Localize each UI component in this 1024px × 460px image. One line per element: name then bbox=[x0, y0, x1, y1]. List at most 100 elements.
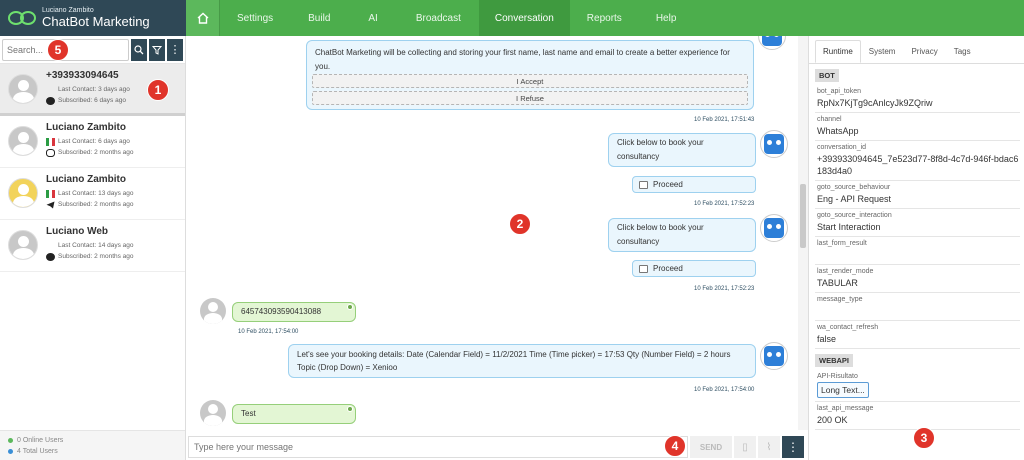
avatar bbox=[8, 230, 38, 260]
proceed-button[interactable]: Proceed bbox=[632, 260, 756, 277]
more-options-button[interactable]: ⋮ bbox=[167, 38, 183, 61]
whatsapp-icon bbox=[46, 96, 55, 105]
annotation-badge: 3 bbox=[913, 427, 935, 449]
blank-flag-icon bbox=[46, 242, 55, 250]
vertical-dots-icon: ⋮ bbox=[169, 43, 181, 56]
contact-item[interactable]: Luciano Web Last Contact: 14 days ago Su… bbox=[0, 220, 185, 272]
variable-row: wa_contact_refresh false bbox=[815, 321, 1020, 349]
timestamp: 10 Feb 2021, 17:54:00 bbox=[238, 329, 299, 335]
composer: SEND ▯ ⌇ ⋮ bbox=[186, 434, 808, 460]
variable-row: last_render_mode TABULAR bbox=[815, 265, 1020, 293]
variable-row: conversation_id +393933094645_7e523d77-8f… bbox=[815, 141, 1020, 181]
chat-scrollbar[interactable] bbox=[798, 36, 808, 430]
nav-conversation[interactable]: Conversation bbox=[478, 0, 570, 36]
italy-flag-icon bbox=[46, 137, 55, 146]
last-contact: Last Contact: 3 days ago bbox=[58, 86, 130, 93]
user-message: Test bbox=[232, 404, 356, 424]
bot-message: Click below to book your consultancy bbox=[608, 133, 756, 167]
panel-tabs: Runtime System Privacy Tags bbox=[809, 36, 1024, 64]
filter-button[interactable] bbox=[149, 38, 165, 61]
search-button[interactable] bbox=[131, 38, 147, 61]
variable-row: API-Risultato Long Text... bbox=[815, 370, 1020, 402]
timestamp: 10 Feb 2021, 17:52:23 bbox=[694, 201, 755, 207]
tab-privacy[interactable]: Privacy bbox=[903, 40, 945, 63]
timestamp: 10 Feb 2021, 17:54:00 bbox=[694, 387, 755, 393]
bot-avatar bbox=[760, 342, 788, 370]
user-message: 645743093590413088 bbox=[232, 302, 356, 322]
message-list[interactable]: ChatBot Marketing will be collecting and… bbox=[186, 36, 798, 430]
variable-row: message_type bbox=[815, 293, 1020, 321]
bot-icon bbox=[764, 346, 784, 366]
globe-icon bbox=[46, 252, 55, 261]
bot-avatar bbox=[760, 130, 788, 158]
last-contact: Last Contact: 13 days ago bbox=[58, 190, 134, 197]
annotation-badge: 1 bbox=[147, 79, 169, 101]
subscribed: Subscribed: 6 days ago bbox=[58, 97, 126, 104]
template-button[interactable]: ▯ bbox=[734, 436, 756, 458]
timestamp: 10 Feb 2021, 17:51:43 bbox=[694, 117, 755, 123]
bot-avatar bbox=[758, 36, 786, 50]
brand-title: ChatBot Marketing bbox=[42, 14, 150, 29]
variable-row: last_api_message 200 OK bbox=[815, 402, 1020, 430]
online-users: 0 Online Users bbox=[17, 437, 64, 444]
search-row: ⋮ bbox=[0, 36, 185, 64]
tab-tags[interactable]: Tags bbox=[946, 40, 979, 63]
timestamp: 10 Feb 2021, 17:52:23 bbox=[694, 286, 755, 292]
variable-row: goto_source_behaviour Eng - API Request bbox=[815, 181, 1020, 209]
user-avatar bbox=[200, 298, 226, 324]
subscribed: Subscribed: 2 months ago bbox=[58, 149, 134, 156]
attach-button[interactable]: ⌇ bbox=[758, 436, 780, 458]
brand-logo-icon bbox=[8, 11, 36, 25]
filter-icon bbox=[152, 45, 162, 55]
form-icon bbox=[639, 264, 648, 273]
italy-flag-icon bbox=[46, 189, 55, 198]
variable-row: last_form_result bbox=[815, 237, 1020, 265]
bot-icon bbox=[764, 134, 784, 154]
tab-runtime[interactable]: Runtime bbox=[815, 40, 861, 63]
avatar bbox=[8, 74, 38, 104]
top-navbar: Luciano Zambito ChatBot Marketing Settin… bbox=[0, 0, 1024, 36]
paperclip-icon: ⌇ bbox=[766, 441, 772, 453]
message-input[interactable] bbox=[188, 436, 688, 458]
tab-system[interactable]: System bbox=[861, 40, 904, 63]
nav-help[interactable]: Help bbox=[639, 0, 694, 36]
annotation-badge: 4 bbox=[664, 435, 686, 457]
contact-name: Luciano Zambito bbox=[46, 122, 126, 133]
gear-icon[interactable] bbox=[347, 304, 353, 310]
accept-button[interactable]: I Accept bbox=[312, 74, 748, 88]
bot-icon bbox=[764, 218, 784, 238]
annotation-badge: 5 bbox=[47, 39, 69, 61]
vertical-dots-icon: ⋮ bbox=[787, 440, 799, 454]
nav-ai[interactable]: AI bbox=[348, 0, 397, 36]
send-button[interactable]: SEND bbox=[690, 436, 732, 458]
variables-panel: Runtime System Privacy Tags BOT bot_api_… bbox=[808, 36, 1024, 460]
brand[interactable]: Luciano Zambito ChatBot Marketing bbox=[0, 0, 186, 36]
gear-icon[interactable] bbox=[347, 406, 353, 412]
telegram-icon bbox=[46, 201, 55, 208]
bot-message: Click below to book your consultancy bbox=[608, 218, 756, 252]
contact-item[interactable]: Luciano Zambito Last Contact: 13 days ag… bbox=[0, 168, 185, 220]
home-button[interactable] bbox=[186, 0, 220, 36]
refuse-button[interactable]: I Refuse bbox=[312, 91, 748, 105]
variable-row: bot_api_token RpNx7KjTg9cAnlcyJk9ZQriw bbox=[815, 85, 1020, 113]
nav-settings[interactable]: Settings bbox=[220, 0, 290, 36]
long-text-button[interactable]: Long Text... bbox=[817, 382, 869, 398]
scroll-thumb[interactable] bbox=[800, 184, 806, 248]
user-avatar bbox=[200, 400, 226, 426]
nav-broadcast[interactable]: Broadcast bbox=[398, 0, 479, 36]
nav-reports[interactable]: Reports bbox=[570, 0, 639, 36]
proceed-button[interactable]: Proceed bbox=[632, 176, 756, 193]
contact-item[interactable]: Luciano Zambito Last Contact: 6 days ago… bbox=[0, 116, 185, 168]
online-dot-icon bbox=[8, 438, 13, 443]
total-dot-icon bbox=[8, 449, 13, 454]
variable-row: channel WhatsApp bbox=[815, 113, 1020, 141]
composer-menu-button[interactable]: ⋮ bbox=[782, 436, 804, 458]
blank-flag-icon bbox=[46, 86, 55, 94]
avatar bbox=[8, 178, 38, 208]
bot-icon bbox=[762, 36, 782, 46]
contact-name: Luciano Web bbox=[46, 226, 109, 237]
nav-build[interactable]: Build bbox=[290, 0, 348, 36]
annotation-badge: 2 bbox=[509, 213, 531, 235]
messenger-icon bbox=[46, 148, 55, 157]
search-icon bbox=[134, 44, 144, 54]
